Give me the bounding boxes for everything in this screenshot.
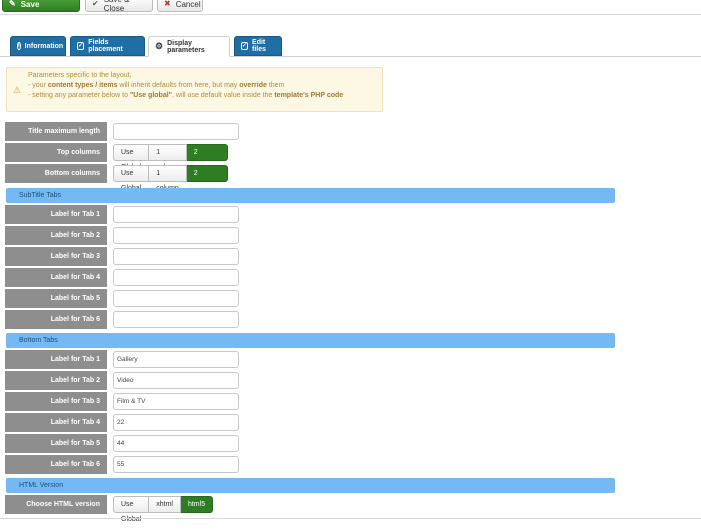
checkbox-icon: ✓ — [241, 42, 249, 50]
bottom-tab-input[interactable]: Video — [113, 372, 239, 389]
toolbar: ✎ Save ✔ Save & Close ✖ Cancel — [0, 0, 701, 15]
notice-line-3: - setting any parameter below to "Use gl… — [28, 92, 344, 99]
title-max-length-input[interactable] — [113, 123, 239, 140]
tab-display-parameters-label: Display parameters — [167, 39, 205, 54]
tab-display-parameters[interactable]: ⚙ Display parameters — [148, 36, 230, 57]
top-columns-label: Top columns — [5, 143, 107, 162]
subtitle-tab-label: Label for Tab 1 — [5, 205, 107, 224]
cancel-icon: ✖ — [164, 0, 171, 8]
subtitle-tab-input[interactable] — [113, 311, 239, 328]
layout-notice: ⚠ Parameters specific to the layout, - y… — [6, 67, 383, 112]
bottom-tab-input[interactable]: 55 — [113, 456, 239, 473]
top-columns-option-2[interactable]: 2 columns — [186, 144, 228, 171]
subtitle-tab-label: Label for Tab 4 — [5, 268, 107, 287]
bottom-tab-input[interactable]: Film & TV — [113, 393, 239, 410]
subtitle-tab-input[interactable] — [113, 290, 239, 307]
top-columns-option-global[interactable]: Use Global — [113, 144, 150, 171]
info-icon: i — [17, 42, 21, 50]
bottom-tab-input[interactable]: 44 — [113, 435, 239, 452]
bottom-tab-label: Label for Tab 1 — [5, 350, 107, 369]
top-columns-selector: Use Global 1 column 2 columns — [113, 144, 228, 171]
html-version-option-html5[interactable]: html5 — [180, 496, 214, 513]
html-version-option-global[interactable]: Use Global — [113, 496, 150, 523]
html-version-option-xhtml[interactable]: xhtml — [149, 496, 181, 513]
bottom-tab-input[interactable]: Gallery — [113, 351, 239, 368]
bottom-columns-label: Bottom columns — [5, 164, 107, 183]
top-columns-option-1[interactable]: 1 column — [149, 144, 187, 171]
edit-icon: ✎ — [9, 0, 16, 8]
subtitle-tab-input[interactable] — [113, 206, 239, 223]
bottom-tab-input[interactable]: 22 — [113, 414, 239, 431]
html-version-label: Choose HTML version — [5, 495, 107, 514]
checkbox-icon: ✓ — [77, 42, 85, 50]
subtitle-tab-input[interactable] — [113, 227, 239, 244]
title-max-length-label: Title maximum length — [5, 122, 107, 141]
tab-information-label: Information — [24, 42, 64, 50]
save-button[interactable]: ✎ Save — [2, 0, 80, 12]
check-icon: ✔ — [92, 0, 99, 8]
bottom-columns-option-global[interactable]: Use Global — [113, 165, 150, 192]
bottom-tab-label: Label for Tab 4 — [5, 413, 107, 432]
bottom-columns-option-2[interactable]: 2 columns — [186, 165, 228, 192]
warning-icon: ⚠ — [13, 85, 22, 95]
tab-fields-placement[interactable]: ✓ Fields placement — [70, 36, 145, 56]
bottom-tab-label: Label for Tab 3 — [5, 392, 107, 411]
bottom-columns-option-1[interactable]: 1 column — [149, 165, 187, 192]
save-close-label: Save & Close — [103, 0, 130, 13]
subtitle-tab-label: Label for Tab 6 — [5, 310, 107, 329]
bottom-tab-label: Label for Tab 5 — [5, 434, 107, 453]
section-html-version: HTML Version — [6, 478, 615, 493]
notice-line-1: Parameters specific to the layout, — [28, 72, 132, 79]
subtitle-tab-input[interactable] — [113, 269, 239, 286]
subtitle-tab-label: Label for Tab 3 — [5, 247, 107, 266]
save-label: Save — [20, 0, 40, 9]
cancel-label: Cancel — [175, 0, 201, 9]
bottom-tab-label: Label for Tab 6 — [5, 455, 107, 474]
save-close-button[interactable]: ✔ Save & Close — [85, 0, 153, 13]
section-subtitle-tabs: SubTitle Tabs — [6, 188, 615, 203]
tab-edit-files[interactable]: ✓ Edit files — [234, 36, 282, 56]
tab-edit-files-label: Edit files — [252, 39, 267, 53]
bottom-columns-selector: Use Global 1 column 2 columns — [113, 165, 228, 192]
html-version-selector: Use Global xhtml html5 — [113, 496, 214, 523]
subtitle-tab-input[interactable] — [113, 248, 239, 265]
notice-line-2: - your content types / items will inheri… — [28, 82, 285, 89]
section-bottom-tabs: Bottom Tabs — [6, 333, 615, 348]
tab-information[interactable]: i Information — [10, 36, 66, 56]
tab-fields-placement-label: Fields placement — [88, 39, 123, 53]
cancel-button[interactable]: ✖ Cancel — [157, 0, 203, 12]
tab-bar: i Information ✓ Fields placement ⚙ Displ… — [0, 35, 701, 57]
subtitle-tab-label: Label for Tab 2 — [5, 226, 107, 245]
bottom-tab-label: Label for Tab 2 — [5, 371, 107, 390]
subtitle-tab-label: Label for Tab 5 — [5, 289, 107, 308]
gear-icon: ⚙ — [155, 41, 164, 51]
bottom-divider — [0, 518, 701, 519]
